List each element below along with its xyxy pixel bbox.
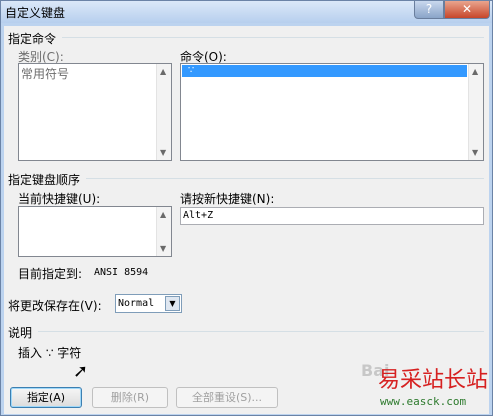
chevron-down-icon[interactable]: ▼ — [165, 296, 180, 311]
divider — [38, 331, 484, 332]
dialog-body: 指定命令 类别(C): 常用符号 ▲ ▼ 命令(O): ∵ ▲ ▼ 指定键盘顺序… — [4, 26, 489, 414]
new-key-input[interactable]: Alt+Z — [180, 207, 484, 225]
save-in-select[interactable]: Normal ▼ — [115, 294, 182, 313]
category-list[interactable]: 常用符号 ▲ ▼ — [18, 63, 172, 161]
scroll-up-icon[interactable]: ▲ — [472, 67, 478, 76]
current-keys-list[interactable]: ▲ ▼ — [18, 206, 172, 257]
current-keys-label: 当前快捷键(U): — [18, 192, 101, 206]
description-heading: 说明 — [8, 326, 33, 340]
scroll-up-icon[interactable]: ▲ — [160, 67, 166, 76]
scroll-up-icon[interactable]: ▲ — [160, 210, 166, 219]
assigned-to-label: 目前指定到: — [18, 267, 83, 281]
title-bar: 自定义键盘 ? ✕ — [1, 1, 492, 23]
category-scrollbar[interactable]: ▲ ▼ — [156, 64, 171, 160]
command-item-selected[interactable]: ∵ — [182, 65, 467, 77]
specify-command-heading: 指定命令 — [8, 32, 57, 46]
scroll-down-icon[interactable]: ▼ — [160, 244, 166, 253]
new-key-label: 请按新快捷键(N): — [180, 192, 275, 206]
watermark-red: 易采站长站 — [378, 368, 489, 393]
command-list[interactable]: ∵ ▲ ▼ — [180, 63, 484, 161]
divider — [62, 37, 484, 38]
save-in-label: 将更改保存在(V): — [8, 299, 102, 313]
key-sequence-heading: 指定键盘顺序 — [8, 173, 81, 187]
description-text: 插入 ∵ 字符 — [18, 346, 82, 360]
scroll-down-icon[interactable]: ▼ — [472, 148, 478, 157]
watermark-url: www.easck.com — [380, 395, 467, 408]
close-button[interactable]: ✕ — [444, 1, 490, 19]
customize-keyboard-dialog: 自定义键盘 ? ✕ 指定命令 类别(C): 常用符号 ▲ ▼ 命令(O): ∵ … — [0, 0, 493, 416]
current-keys-scrollbar[interactable]: ▲ ▼ — [156, 207, 171, 256]
mouse-pointer-icon: ➚ — [73, 361, 89, 382]
window-title: 自定义键盘 — [5, 6, 66, 20]
assign-button[interactable]: 指定(A) — [10, 387, 82, 408]
divider — [86, 178, 484, 179]
scroll-down-icon[interactable]: ▼ — [160, 148, 166, 157]
save-in-value: Normal — [118, 298, 155, 309]
remove-button[interactable]: 删除(R) — [92, 387, 168, 408]
category-item[interactable]: 常用符号 — [21, 65, 69, 82]
help-button[interactable]: ? — [414, 1, 444, 19]
command-scrollbar[interactable]: ▲ ▼ — [468, 64, 483, 160]
assigned-to-value: ANSI 8594 — [94, 267, 149, 278]
reset-all-button[interactable]: 全部重设(S)... — [176, 387, 278, 408]
